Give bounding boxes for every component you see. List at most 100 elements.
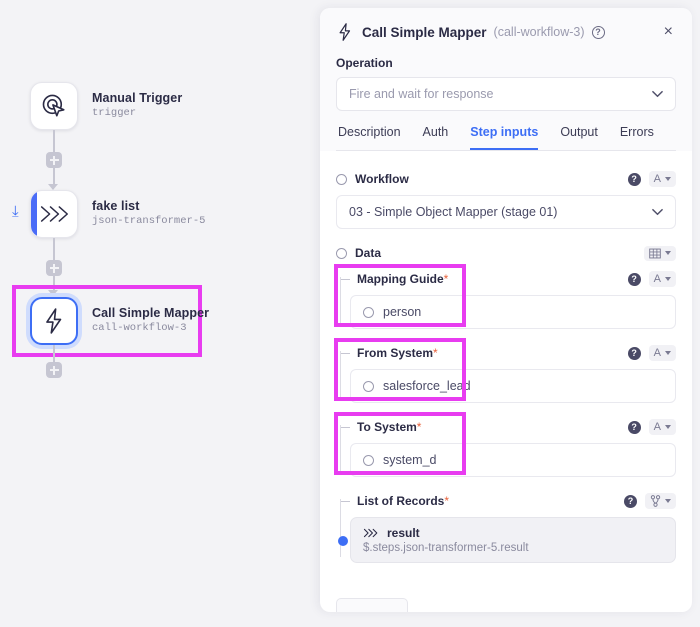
- record-card-wrap: result $.steps.json-transformer-5.result: [350, 517, 676, 563]
- workflow-editor: Manual Trigger trigger ⤓ fake list json-…: [0, 0, 700, 627]
- connection-dot[interactable]: [338, 536, 348, 546]
- lightning-bolt-icon: [336, 23, 354, 41]
- tab-step-inputs[interactable]: Step inputs: [470, 125, 538, 150]
- field-header: List of Records* ?: [336, 491, 676, 511]
- tree-branch-icon: [341, 501, 350, 502]
- type-selector-text[interactable]: A: [649, 271, 676, 287]
- operation-label: Operation: [336, 56, 676, 70]
- help-icon[interactable]: ?: [624, 495, 637, 508]
- type-selector-branch[interactable]: [645, 493, 676, 509]
- operation-select[interactable]: Fire and wait for response: [336, 77, 676, 111]
- field-tools: ? A: [628, 271, 676, 287]
- type-label: A: [654, 421, 661, 433]
- field-tools: ? A: [628, 345, 676, 361]
- highlight-box-from-system: [334, 338, 466, 401]
- plus-icon: [50, 156, 59, 165]
- highlight-box-to-system: [334, 412, 466, 475]
- plus-icon: [50, 366, 59, 375]
- node-subtitle: trigger: [92, 106, 182, 121]
- workflow-node-fake-list[interactable]: fake list json-transformer-5: [30, 190, 205, 238]
- tab-description[interactable]: Description: [338, 125, 401, 150]
- table-icon: [649, 248, 661, 259]
- record-path: $.steps.json-transformer-5.result: [363, 542, 663, 554]
- highlight-box-mapping-guide: [334, 264, 466, 327]
- field-workflow: Workflow ? A 03 - Simple Object Mapper (…: [336, 169, 676, 229]
- step-inputs-body: Workflow ? A 03 - Simple Object Mapper (…: [320, 151, 692, 587]
- workflow-node-manual-trigger[interactable]: Manual Trigger trigger: [30, 82, 182, 130]
- type-selector-text[interactable]: A: [649, 345, 676, 361]
- workflow-node-call-simple-mapper[interactable]: Call Simple Mapper call-workflow-3: [30, 297, 209, 345]
- node-title: Manual Trigger: [92, 91, 182, 106]
- tab-errors[interactable]: Errors: [620, 125, 654, 150]
- type-selector-text[interactable]: A: [649, 171, 676, 187]
- record-title-row: result: [363, 526, 663, 540]
- add-step-button-3[interactable]: [46, 362, 62, 378]
- operation-value: Fire and wait for response: [349, 87, 494, 101]
- workflow-value: 03 - Simple Object Mapper (stage 01): [349, 205, 557, 219]
- field-data: Data: [336, 243, 676, 263]
- field-label: Data: [355, 246, 381, 260]
- tree-connector: [340, 499, 341, 557]
- help-icon[interactable]: ?: [628, 421, 641, 434]
- help-icon[interactable]: ?: [592, 26, 605, 39]
- field-to-system: To System* ? A system_d: [336, 417, 676, 477]
- field-header: Workflow ? A: [336, 169, 676, 189]
- field-tools: ? A: [628, 171, 676, 187]
- field-tools: ? A: [628, 419, 676, 435]
- required-asterisk: *: [444, 494, 449, 508]
- node-icon-box[interactable]: [30, 297, 78, 345]
- panel-step-id: (call-workflow-3): [494, 25, 585, 39]
- panel-title: Call Simple Mapper: [362, 25, 487, 40]
- chevron-down-icon: [665, 425, 671, 429]
- node-title: fake list: [92, 199, 205, 214]
- node-label: Manual Trigger trigger: [92, 91, 182, 121]
- step-details-panel: Call Simple Mapper (call-workflow-3) ? ×…: [320, 8, 692, 612]
- chevron-down-icon: [665, 351, 671, 355]
- add-step-button-1[interactable]: [46, 152, 62, 168]
- field-mapping-guide: Mapping Guide* ? A person: [336, 269, 676, 329]
- chevron-down-icon: [652, 208, 663, 216]
- type-label: A: [654, 173, 661, 185]
- chevron-down-icon: [665, 499, 671, 503]
- connector-line: [53, 345, 55, 363]
- panel-header: Call Simple Mapper (call-workflow-3) ? ×…: [320, 8, 692, 151]
- node-icon-box[interactable]: [30, 82, 78, 130]
- type-selector-table[interactable]: [644, 246, 676, 261]
- chevron-down-icon: [652, 90, 663, 98]
- field-tools: ?: [624, 493, 676, 509]
- tab-bar[interactable]: Description Auth Step inputs Output Erro…: [336, 125, 676, 150]
- node-icon-box[interactable]: [30, 190, 78, 238]
- record-card[interactable]: result $.steps.json-transformer-5.result: [350, 517, 676, 563]
- radio-icon[interactable]: [336, 248, 347, 259]
- cursor-target-icon: [41, 93, 67, 119]
- panel-title-row: Call Simple Mapper (call-workflow-3) ? ×: [336, 22, 676, 42]
- field-header: Data: [336, 243, 676, 263]
- tab-auth[interactable]: Auth: [423, 125, 449, 150]
- chevrons-right-icon: [39, 203, 69, 225]
- branch-icon: [650, 495, 661, 507]
- close-button[interactable]: ×: [661, 22, 676, 42]
- workflow-canvas[interactable]: Manual Trigger trigger ⤓ fake list json-…: [0, 0, 310, 627]
- add-step-button-2[interactable]: [46, 260, 62, 276]
- node-subtitle: json-transformer-5: [92, 214, 205, 229]
- workflow-select[interactable]: 03 - Simple Object Mapper (stage 01): [336, 195, 676, 229]
- help-icon[interactable]: ?: [628, 173, 641, 186]
- tab-output[interactable]: Output: [560, 125, 598, 150]
- plus-icon: [50, 264, 59, 273]
- field-label: List of Records: [357, 494, 444, 508]
- chevron-down-icon: [665, 177, 671, 181]
- chevron-down-icon: [665, 277, 671, 281]
- field-label: Workflow: [355, 172, 409, 186]
- field-from-system: From System* ? A salesforce_lead: [336, 343, 676, 403]
- panel-footer-stub[interactable]: [336, 598, 408, 612]
- help-icon[interactable]: ?: [628, 273, 641, 286]
- radio-icon[interactable]: [336, 174, 347, 185]
- type-selector-text[interactable]: A: [649, 419, 676, 435]
- help-icon[interactable]: ?: [628, 347, 641, 360]
- type-label: A: [654, 273, 661, 285]
- record-name: result: [387, 526, 420, 540]
- node-label: Call Simple Mapper call-workflow-3: [92, 306, 209, 336]
- connector-line: [53, 130, 55, 152]
- node-label: fake list json-transformer-5: [92, 199, 205, 229]
- lightning-bolt-icon: [43, 308, 65, 334]
